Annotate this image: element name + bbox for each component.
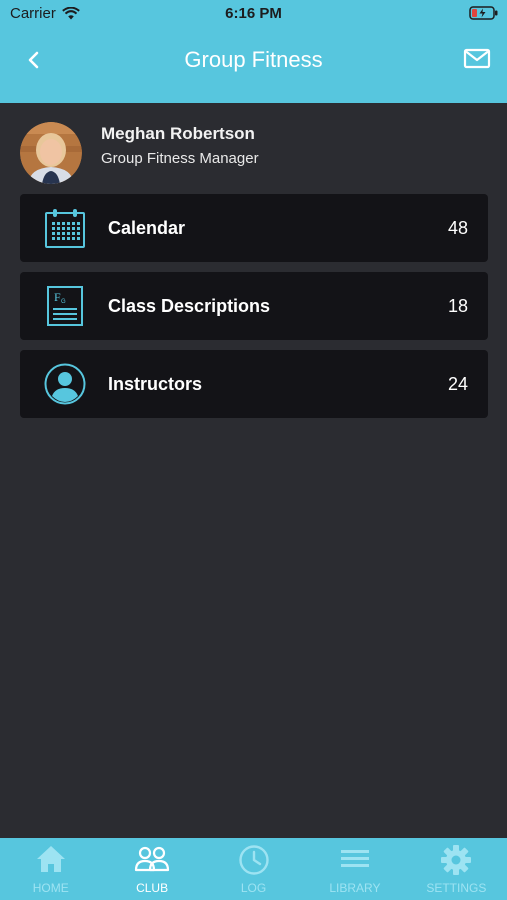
profile-role: Group Fitness Manager [101,150,259,167]
mail-button[interactable] [463,47,491,71]
nav-bar: Group Fitness [0,40,507,80]
home-icon [36,846,65,872]
avatar [20,122,82,184]
document-icon: F G [47,286,83,326]
svg-text:G: G [61,299,66,305]
tab-settings[interactable]: SETTINGS [406,838,507,900]
menu-item-class-descriptions[interactable]: F G Class Descriptions 18 [20,272,488,340]
tab-bar: HOME CLUB LOG LIBRARY SETTINGS [0,838,507,900]
gear-icon [441,845,472,875]
tab-label: LIBRARY [329,881,381,895]
tab-home[interactable]: HOME [0,838,101,900]
menu-item-count: 24 [447,374,468,394]
person-icon [44,363,86,405]
tab-label: CLUB [136,881,169,895]
tab-label: SETTINGS [426,881,487,895]
header: Carrier 6:16 PM Group Fitness [0,0,507,103]
page-title: Group Fitness [184,47,323,72]
tab-label: HOME [32,881,69,895]
menu-item-label: Instructors [108,374,203,394]
tab-library[interactable]: LIBRARY [304,838,405,900]
clock-icon [238,845,269,875]
mail-icon [463,48,491,69]
status-bar: Carrier 6:16 PM [0,0,507,28]
menu-item-count: 18 [447,296,468,316]
menu-icon [340,850,369,867]
menu-item-instructors[interactable]: Instructors 24 [20,350,488,418]
tab-label: LOG [240,881,267,895]
tab-club[interactable]: CLUB [101,838,202,900]
svg-text:F: F [54,290,61,304]
profile-header: Meghan Robertson Group Fitness Manager [20,122,490,186]
group-icon [135,846,170,872]
menu-item-calendar[interactable]: Calendar 48 [20,194,488,262]
tab-log[interactable]: LOG [203,838,304,900]
menu-item-count: 48 [447,218,468,238]
calendar-icon [45,209,85,248]
menu-item-label: Class Descriptions [108,296,271,316]
profile-name: Meghan Robertson [101,124,255,143]
battery-icon [469,6,498,20]
menu-item-label: Calendar [108,218,186,238]
status-time: 6:16 PM [225,5,282,22]
